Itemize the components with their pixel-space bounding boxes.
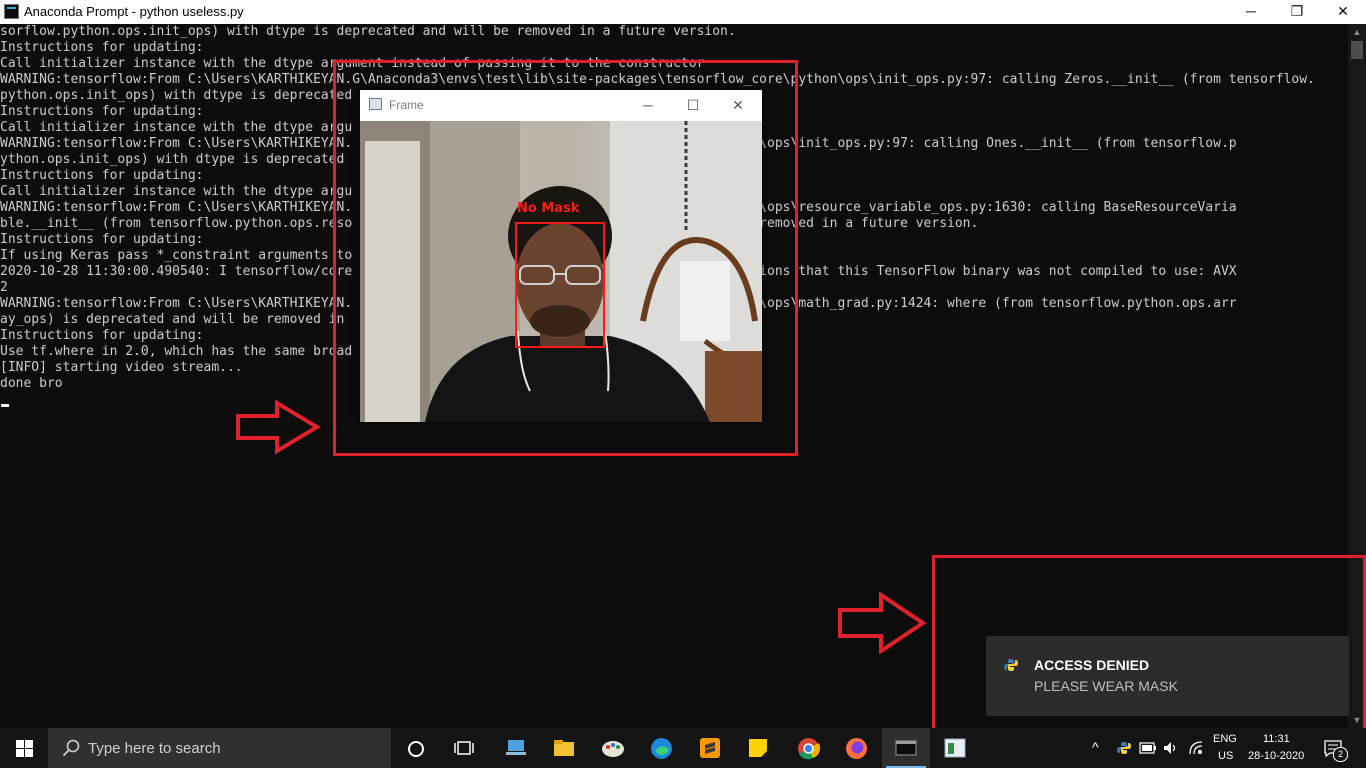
paint-icon[interactable]	[601, 737, 625, 759]
task-view-icon[interactable]	[454, 740, 474, 757]
text-cursor	[1, 404, 9, 407]
search-placeholder: Type here to search	[88, 740, 221, 757]
volume-icon[interactable]	[1163, 741, 1179, 755]
taskbar: Type here to search ^ ENG US 11:31 28-10…	[0, 728, 1366, 768]
taskbar-search-box[interactable]: Type here to search	[48, 728, 391, 768]
chrome-icon[interactable]	[797, 737, 820, 760]
pc-icon[interactable]	[504, 738, 528, 758]
console-line: Instructions for updating:	[0, 232, 204, 247]
edge-browser-icon[interactable]	[650, 737, 673, 760]
python-icon	[1004, 659, 1018, 671]
terminal-icon	[4, 4, 19, 19]
toast-message: PLEASE WEAR MASK	[1034, 678, 1178, 694]
show-hidden-icons-chevron-icon[interactable]: ^	[1092, 739, 1099, 755]
console-line: 2	[0, 280, 8, 295]
console-line: ython.ops.init_ops) with dtype is deprec…	[0, 152, 345, 167]
clock-date[interactable]: 28-10-2020	[1248, 750, 1304, 762]
python-tray-icon[interactable]	[1117, 741, 1131, 755]
arrow-right-icon	[236, 400, 321, 454]
console-line: sorflow.python.ops.init_ops) with dtype …	[0, 24, 736, 39]
console-line: python.ops.init_ops) with dtype is depre…	[0, 88, 353, 103]
console-line: Call initializer instance with the dtype…	[0, 120, 353, 135]
battery-icon[interactable]	[1139, 742, 1157, 754]
maximize-button[interactable]: ❐	[1274, 0, 1320, 24]
console-line: Instructions for updating:	[0, 104, 204, 119]
sticky-notes-icon[interactable]	[747, 737, 769, 759]
search-icon	[62, 739, 80, 757]
language-indicator[interactable]: ENG	[1213, 733, 1237, 745]
console-line: Call initializer instance with the dtype…	[0, 184, 353, 199]
frame-window-taskbar-icon[interactable]	[944, 738, 966, 758]
console-line: [INFO] starting video stream...	[0, 360, 243, 375]
clock-time[interactable]: 11:31	[1263, 733, 1290, 745]
notification-count-badge: 2	[1333, 747, 1348, 762]
region-indicator[interactable]: US	[1218, 750, 1233, 762]
scroll-up-arrow-icon[interactable]: ▲	[1348, 24, 1366, 40]
console-line: If using Keras pass *_constraint argumen…	[0, 248, 353, 263]
task-view-cortana-icon[interactable]	[407, 740, 425, 758]
close-button[interactable]: ✕	[1320, 0, 1366, 24]
windows-start-icon[interactable]	[16, 740, 33, 757]
console-line: Instructions for updating:	[0, 168, 204, 183]
window-title: Anaconda Prompt - python useless.py	[24, 4, 244, 19]
firefox-icon[interactable]	[845, 737, 868, 760]
scroll-thumb[interactable]	[1351, 41, 1363, 59]
arrow-right-icon	[838, 592, 927, 654]
console-line: Instructions for updating:	[0, 40, 204, 55]
toast-title: ACCESS DENIED	[1034, 657, 1150, 673]
terminal-icon	[895, 740, 917, 756]
console-line: ay_ops) is deprecated and will be remove…	[0, 312, 345, 327]
console-line: done bro	[0, 376, 63, 391]
wifi-icon[interactable]	[1188, 740, 1204, 756]
console-titlebar[interactable]: Anaconda Prompt - python useless.py ─ ❐ …	[0, 0, 1366, 24]
toast-notification[interactable]: ACCESS DENIED PLEASE WEAR MASK	[986, 636, 1349, 716]
console-line: Instructions for updating:	[0, 328, 204, 343]
taskbar-active-console[interactable]	[882, 728, 930, 768]
console-line: Use tf.where in 2.0, which has the same …	[0, 344, 353, 359]
frame-highlight-box	[333, 60, 798, 456]
sublime-text-icon[interactable]	[699, 737, 721, 759]
file-explorer-icon[interactable]	[553, 738, 575, 758]
minimize-button[interactable]: ─	[1228, 0, 1274, 24]
